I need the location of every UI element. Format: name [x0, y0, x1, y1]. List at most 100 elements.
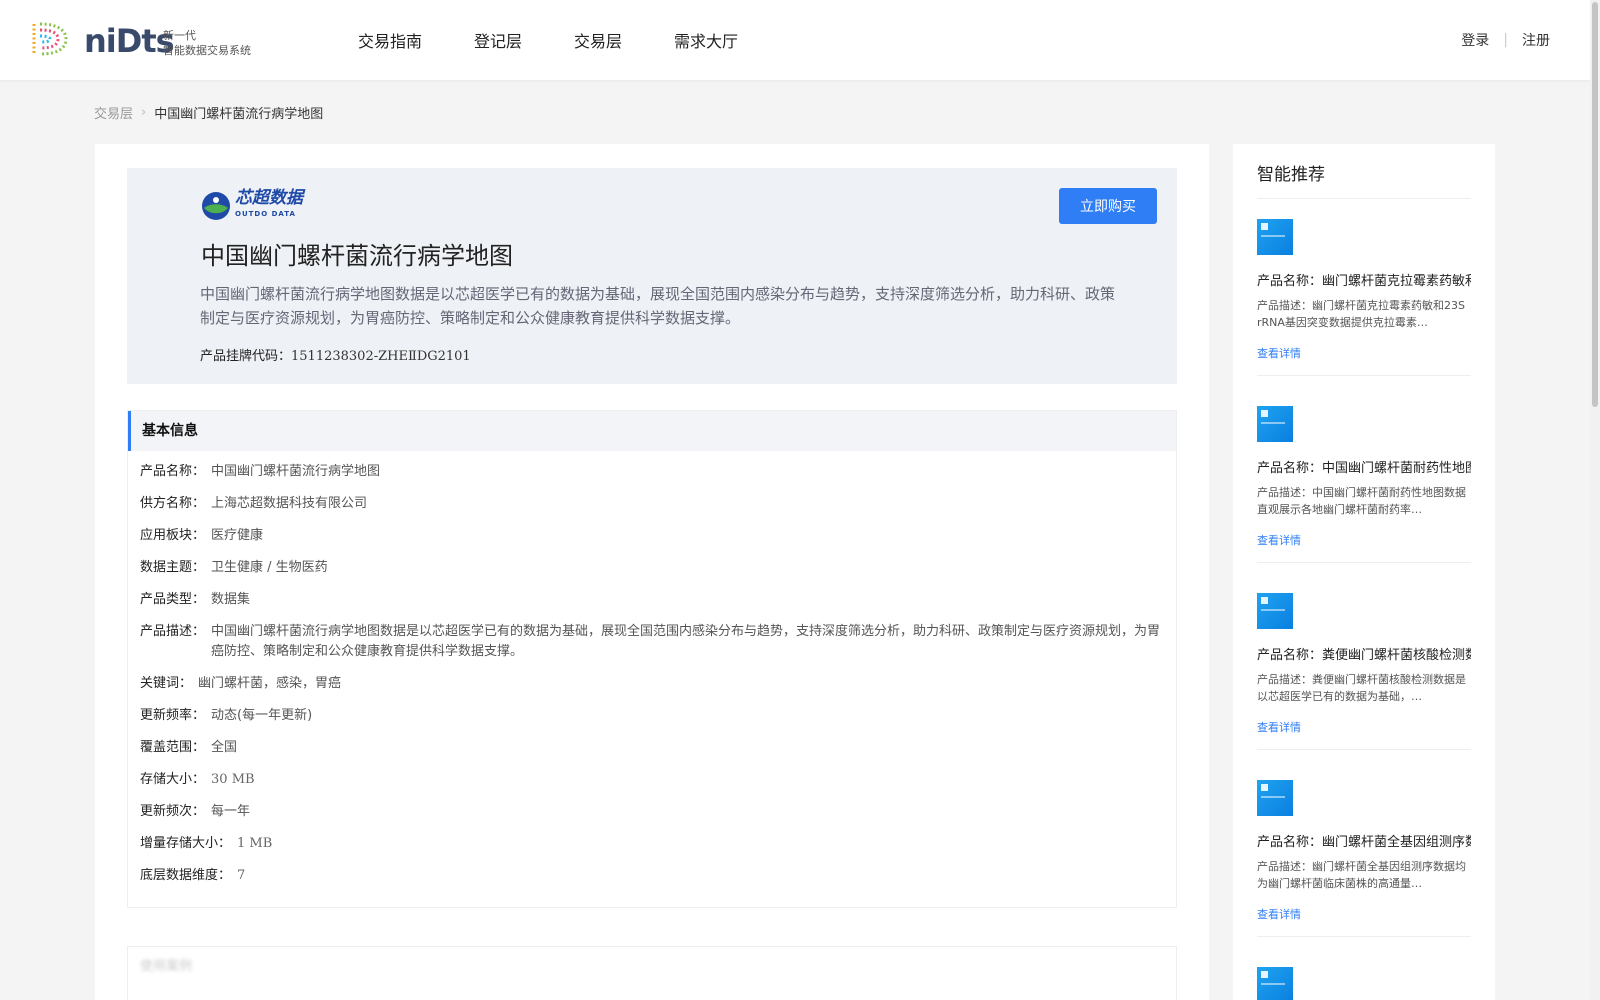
product-description: 中国幽门螺杆菌流行病学地图数据是以芯超医学已有的数据为基础，展现全国范围内感染分… [200, 285, 1116, 327]
nav-trade-guide[interactable]: 交易指南 [358, 28, 422, 52]
basic-info-section: 基本信息 产品名称： 中国幽门螺杆菌流行病学地图 供方名称： 上海芯超数据科技有限公… [127, 410, 1177, 908]
logo-text[interactable]: niDts [84, 22, 175, 60]
recommend-item[interactable]: 产品名称：幽门螺杆菌全基因组测序数据 产品描述：幽门螺杆菌全基因组测序数据均为幽… [1257, 780, 1471, 937]
basic-info-heading: 基本信息 [128, 411, 1176, 451]
provider-logo-icon [202, 192, 230, 220]
recommend-item[interactable] [1257, 967, 1471, 1000]
product-thumbnail[interactable] [1257, 219, 1293, 255]
info-key: 供方名称： [140, 496, 206, 511]
recommend-divider [1257, 936, 1471, 937]
recommend-item-desc: 产品描述：中国幽门螺杆菌耐药性地图数据直观展示各地幽门螺杆菌耐药率… [1257, 486, 1466, 516]
info-value: 中国幽门螺杆菌流行病学地图数据是以芯超医学已有的数据为基础，展现全国范围内感染分… [211, 624, 1161, 659]
info-row-coverage: 覆盖范围： 全国 [140, 738, 1164, 758]
info-key: 增量存储大小： [140, 836, 232, 851]
recommend-item[interactable]: 产品名称：粪便幽门螺杆菌核酸检测数据 产品描述：粪便幽门螺杆菌核酸检测数据是以芯… [1257, 593, 1471, 750]
info-key: 更新频率： [140, 708, 206, 723]
info-key: 应用板块： [140, 528, 206, 543]
page-scrollbar[interactable] [1590, 0, 1600, 1000]
logo-subtitle-line2: 智能数据交易系统 [163, 44, 251, 57]
info-row-keywords: 关键词： 幽门螺杆菌，感染，胃癌 [140, 674, 1164, 694]
product-detail-card: 芯超数据 OUTDO DATA 立即购买 中国幽门螺杆菌流行病学地图 中国幽门螺… [95, 144, 1209, 1000]
recommend-divider [1257, 375, 1471, 376]
product-thumbnail[interactable] [1257, 406, 1293, 442]
main-nav: 交易指南 登记层 交易层 需求大厅 [358, 28, 790, 52]
info-key: 底层数据维度： [140, 868, 232, 883]
info-value: 数据集 [211, 592, 251, 607]
info-value: 卫生健康 / 生物医药 [211, 560, 328, 575]
info-value: 7 [237, 868, 246, 883]
info-row-product-name: 产品名称： 中国幽门螺杆菌流行病学地图 [140, 462, 1164, 482]
recommend-item-desc: 产品描述：幽门螺杆菌克拉霉素药敏和23S rRNA基因突变数据提供克拉霉素… [1257, 299, 1465, 329]
info-key: 更新频次： [140, 804, 206, 819]
info-value: 30 MB [211, 772, 255, 787]
info-row-incremental-size: 增量存储大小： 1 MB [140, 834, 1164, 854]
info-row-update-frequency: 更新频率： 动态(每一年更新) [140, 706, 1164, 726]
listing-code-label: 产品挂牌代码： [200, 349, 292, 364]
info-row-type: 产品类型： 数据集 [140, 590, 1164, 610]
breadcrumb-parent[interactable]: 交易层 [94, 103, 133, 122]
logo-subtitle-line1: 新一代 [163, 29, 196, 42]
info-value: 1 MB [237, 836, 273, 851]
breadcrumb: 交易层 › 中国幽门螺杆菌流行病学地图 [94, 103, 323, 122]
info-value: 上海芯超数据科技有限公司 [211, 496, 368, 511]
product-listing-code: 产品挂牌代码：1511238302-ZHEⅡDG2101 [200, 345, 471, 364]
info-key: 产品名称： [140, 464, 206, 479]
info-row-theme: 数据主题： 卫生健康 / 生物医药 [140, 558, 1164, 578]
auth-links: 登录 | 注册 [1461, 30, 1550, 50]
listing-code-value: 1511238302-ZHEⅡDG2101 [291, 349, 471, 364]
view-details-link[interactable]: 查看详情 [1257, 345, 1471, 361]
product-thumbnail[interactable] [1257, 967, 1293, 1000]
info-value: 动态(每一年更新) [211, 708, 313, 723]
next-section-title: 使用案例 [140, 959, 193, 974]
info-row-storage-size: 存储大小： 30 MB [140, 770, 1164, 790]
chevron-right-icon: › [141, 105, 147, 120]
register-link[interactable]: 注册 [1522, 30, 1550, 50]
recommend-item-name[interactable]: 产品名称：粪便幽门螺杆菌核酸检测数据 [1257, 644, 1471, 663]
nav-registration-layer[interactable]: 登记层 [474, 28, 522, 52]
info-row-description: 产品描述： 中国幽门螺杆菌流行病学地图数据是以芯超医学已有的数据为基础，展现全国范… [140, 622, 1164, 662]
info-key: 覆盖范围： [140, 740, 206, 755]
recommend-item-desc: 产品描述：粪便幽门螺杆菌核酸检测数据是以芯超医学已有的数据为基础，… [1257, 673, 1466, 703]
info-key: 产品类型： [140, 592, 206, 607]
recommend-item-name[interactable]: 产品名称：中国幽门螺杆菌耐药性地图 [1257, 457, 1471, 476]
info-row-sector: 应用板块： 医疗健康 [140, 526, 1164, 546]
product-title: 中国幽门螺杆菌流行病学地图 [201, 242, 513, 270]
recommend-panel: 智能推荐 产品名称：幽门螺杆菌克拉霉素药敏和23S rRNA基因突变数据 产品描… [1233, 144, 1495, 1000]
provider-logo: 芯超数据 OUTDO DATA [201, 190, 303, 222]
view-details-link[interactable]: 查看详情 [1257, 906, 1471, 922]
recommend-item-name[interactable]: 产品名称：幽门螺杆菌克拉霉素药敏和23S rRNA基因突变数据 [1257, 270, 1471, 289]
logo-mark-icon[interactable] [28, 20, 70, 58]
nav-demand-hall[interactable]: 需求大厅 [674, 28, 738, 52]
nav-trading-layer[interactable]: 交易层 [574, 28, 622, 52]
view-details-link[interactable]: 查看详情 [1257, 532, 1471, 548]
scrollbar-thumb[interactable] [1592, 2, 1598, 407]
recommend-item[interactable]: 产品名称：幽门螺杆菌克拉霉素药敏和23S rRNA基因突变数据 产品描述：幽门螺… [1257, 219, 1471, 376]
logo-subtitle: 新一代 智能数据交易系统 [163, 28, 251, 58]
info-value: 幽门螺杆菌，感染，胃癌 [198, 676, 342, 691]
basic-info-rows: 产品名称： 中国幽门螺杆菌流行病学地图 供方名称： 上海芯超数据科技有限公司 应用板… [128, 451, 1176, 886]
next-section: 使用案例 [127, 946, 1177, 1000]
info-key: 关键词： [140, 676, 193, 691]
product-thumbnail[interactable] [1257, 780, 1293, 816]
login-link[interactable]: 登录 [1461, 30, 1489, 50]
provider-brand-name: 芯超数据 [235, 188, 303, 208]
product-thumbnail[interactable] [1257, 593, 1293, 629]
recommend-item[interactable]: 产品名称：中国幽门螺杆菌耐药性地图 产品描述：中国幽门螺杆菌耐药性地图数据直观展… [1257, 406, 1471, 563]
info-value: 全国 [211, 740, 238, 755]
recommend-item-name[interactable]: 产品名称：幽门螺杆菌全基因组测序数据 [1257, 831, 1471, 850]
info-key: 存储大小： [140, 772, 206, 787]
info-key: 数据主题： [140, 560, 206, 575]
info-row-provider: 供方名称： 上海芯超数据科技有限公司 [140, 494, 1164, 514]
info-row-dimensions: 底层数据维度： 7 [140, 866, 1164, 886]
recommend-item-desc: 产品描述：幽门螺杆菌全基因组测序数据均为幽门螺杆菌临床菌株的高通量… [1257, 860, 1466, 890]
top-navbar: niDts 新一代 智能数据交易系统 交易指南 登记层 交易层 需求大厅 登录 … [0, 0, 1590, 80]
recommend-divider [1257, 562, 1471, 563]
recommend-divider [1257, 198, 1471, 199]
recommend-title: 智能推荐 [1257, 165, 1325, 185]
view-details-link[interactable]: 查看详情 [1257, 719, 1471, 735]
info-key: 产品描述： [140, 624, 206, 639]
provider-brand: 芯超数据 OUTDO DATA [235, 190, 303, 222]
buy-now-button[interactable]: 立即购买 [1059, 188, 1157, 224]
breadcrumb-current: 中国幽门螺杆菌流行病学地图 [154, 107, 324, 122]
auth-separator: | [1503, 32, 1508, 48]
